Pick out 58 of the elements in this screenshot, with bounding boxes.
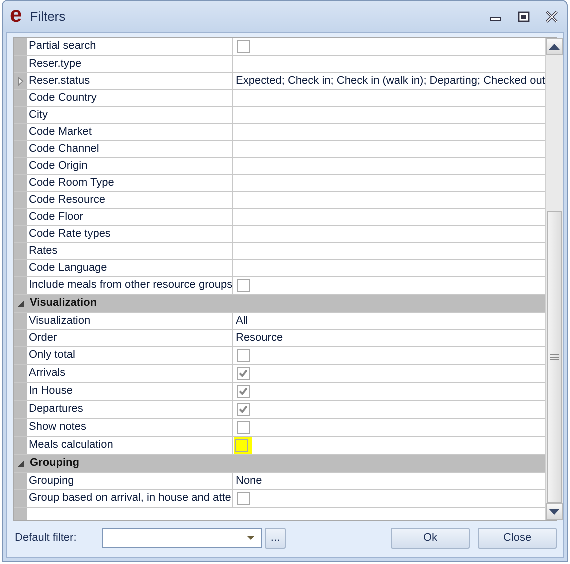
property-label: Partial search	[27, 38, 233, 55]
arrow-up-icon	[549, 44, 560, 50]
property-label: Code Market	[27, 124, 233, 140]
property-label: Reser.type	[27, 56, 233, 72]
default-filter-label: Default filter:	[15, 532, 78, 544]
property-label: Code Country	[27, 90, 233, 106]
collapse-icon[interactable]	[16, 300, 24, 308]
default-filter-dropdown[interactable]	[102, 528, 262, 548]
property-label: Code Channel	[27, 141, 233, 157]
dropdown-arrow-icon	[247, 536, 255, 540]
checkbox[interactable]	[237, 403, 250, 416]
checkbox[interactable]	[237, 421, 250, 434]
scrollbar-thumb[interactable]	[547, 211, 562, 503]
collapse-icon[interactable]	[16, 460, 24, 468]
checkbox[interactable]	[237, 385, 250, 398]
grip-icon	[550, 354, 560, 360]
scroll-down-button[interactable]	[546, 503, 564, 520]
property-label: Code Rate types	[27, 226, 233, 242]
property-label: Code Origin	[27, 158, 233, 174]
checkbox[interactable]	[237, 367, 250, 380]
window-title: Filters	[30, 9, 66, 24]
close-button[interactable]: Close	[478, 528, 557, 548]
property-label: City	[27, 107, 233, 123]
maximize-icon[interactable]	[517, 10, 531, 22]
property-value[interactable]: Expected; Check in; Check in (walk in); Departing; Checked out	[236, 75, 546, 87]
property-label: Rates	[27, 243, 233, 259]
arrow-down-icon	[549, 508, 560, 514]
property-label: Only total	[27, 347, 233, 364]
property-label: In House	[27, 383, 233, 400]
browse-button[interactable]: ...	[265, 528, 286, 548]
property-label: Grouping	[27, 473, 233, 489]
property-value[interactable]: Resource	[236, 332, 284, 344]
ok-button[interactable]: Ok	[391, 528, 470, 548]
checkbox[interactable]	[237, 349, 250, 362]
property-label: Order	[27, 330, 233, 346]
checkbox[interactable]	[237, 40, 250, 53]
checkbox[interactable]	[237, 279, 250, 292]
property-label: Code Resource	[27, 192, 233, 208]
property-label: Code Floor	[27, 209, 233, 225]
property-label: Include meals from other resource groups	[27, 277, 233, 294]
property-label: Group based on arrival, in house and atte	[27, 490, 233, 507]
property-label: Arrivals	[27, 365, 233, 382]
property-label: Code Room Type	[27, 175, 233, 191]
property-label: Meals calculation	[27, 437, 233, 454]
property-label: Show notes	[27, 419, 233, 436]
property-label: Code Language	[27, 260, 233, 276]
property-value[interactable]: None	[236, 475, 262, 487]
property-value[interactable]: All	[236, 315, 248, 327]
app-logo: e	[10, 4, 22, 24]
checkbox[interactable]	[235, 439, 248, 452]
section-title: Visualization	[29, 296, 98, 311]
checkbox[interactable]	[237, 492, 250, 505]
property-label: Departures	[27, 401, 233, 418]
property-label: Reser.status	[27, 73, 233, 89]
section-title: Grouping	[29, 456, 80, 471]
property-label: Visualization	[27, 313, 233, 329]
scroll-up-button[interactable]	[546, 38, 564, 55]
close-icon[interactable]	[545, 10, 559, 22]
